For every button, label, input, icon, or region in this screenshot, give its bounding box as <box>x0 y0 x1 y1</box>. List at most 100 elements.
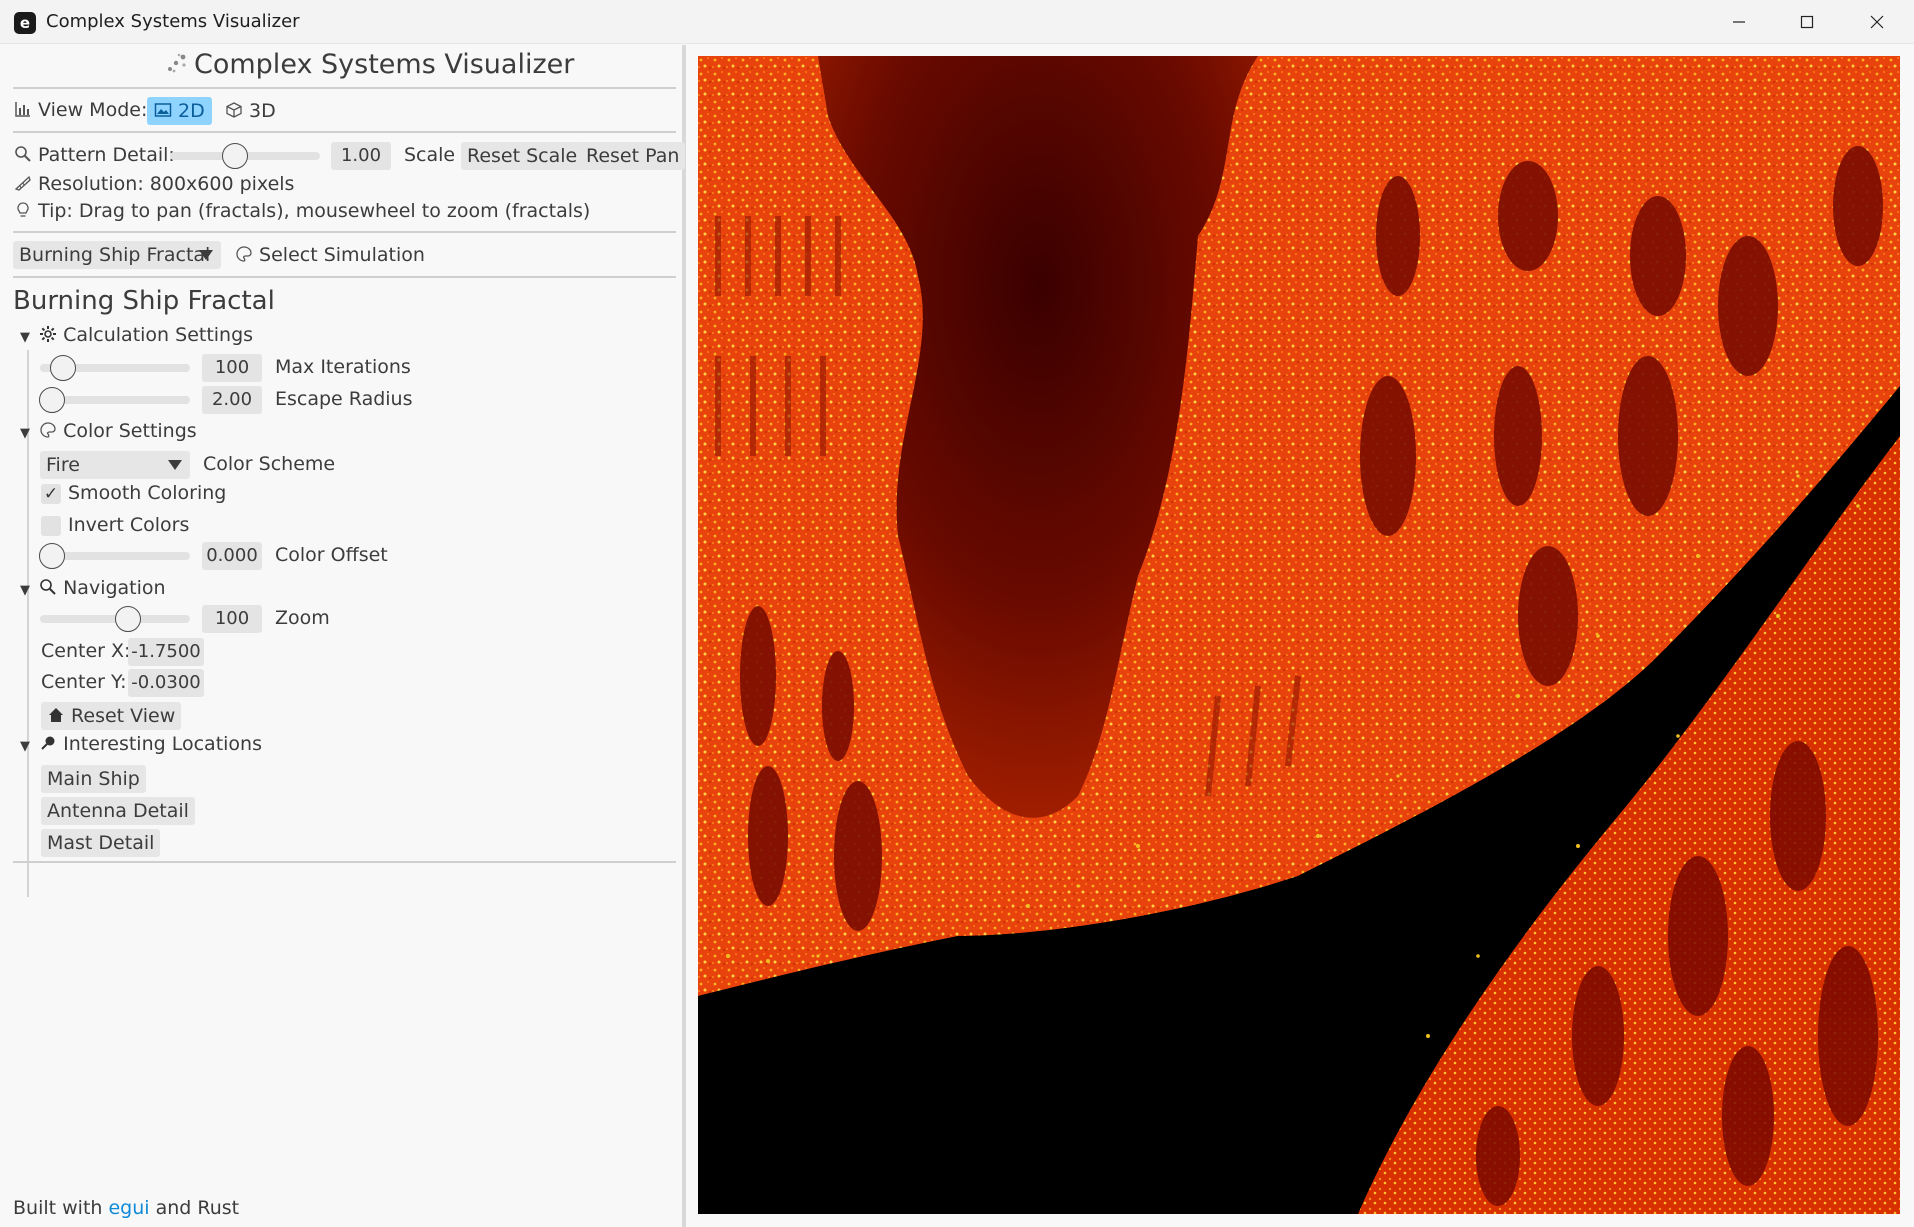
panel-title: Complex Systems Visualizer <box>194 49 575 80</box>
chevron-down-icon <box>168 460 182 470</box>
bar-chart-icon <box>15 102 30 117</box>
max-iterations-field[interactable]: 100 <box>202 354 262 382</box>
escape-radius-slider-handle[interactable] <box>39 387 65 413</box>
panel-header: Complex Systems Visualizer <box>164 49 574 80</box>
separator <box>13 861 676 863</box>
location-antenna-detail-button[interactable]: Antenna Detail <box>41 797 195 825</box>
interesting-locations-title: Interesting Locations <box>63 733 262 755</box>
collapse-triangle-icon: ▼ <box>20 426 30 441</box>
chevron-down-icon <box>199 250 213 260</box>
fractal-canvas[interactable] <box>698 56 1900 1214</box>
gear-icon <box>40 326 57 342</box>
zoom-label: Zoom <box>275 607 330 629</box>
simulation-dropdown[interactable]: Burning Ship Fractal <box>13 241 221 269</box>
simulation-dropdown-value: Burning Ship Fractal <box>19 244 211 266</box>
view-mode-2d-label: 2D <box>178 100 205 122</box>
control-panel: Complex Systems Visualizer View Mode: 2D… <box>0 45 686 1227</box>
pattern-detail-label: Pattern Detail: <box>38 144 175 166</box>
indent-line <box>27 759 29 897</box>
reset-scale-button[interactable]: Reset Scale <box>461 142 584 170</box>
footer-prefix: Built with <box>13 1197 103 1219</box>
footer: Built with egui and Rust <box>13 1197 239 1219</box>
separator <box>13 231 676 233</box>
lightbulb-icon <box>17 202 29 217</box>
collapse-triangle-icon: ▼ <box>20 739 30 754</box>
cube-icon <box>226 102 242 118</box>
center-x-label: Center X: <box>41 640 131 662</box>
separator <box>13 276 676 278</box>
footer-suffix: and Rust <box>155 1197 240 1219</box>
max-iterations-slider-handle[interactable] <box>50 355 76 381</box>
magnifier-icon <box>40 579 56 595</box>
color-scheme-dropdown[interactable]: Fire <box>40 451 190 479</box>
home-icon <box>49 708 63 722</box>
pattern-detail-row: Pattern Detail: <box>14 144 175 166</box>
ruler-icon <box>14 175 31 191</box>
calculation-settings-title: Calculation Settings <box>63 324 254 346</box>
minimize-icon <box>1733 21 1745 23</box>
collapse-triangle-icon: ▼ <box>20 330 30 345</box>
reset-pan-button[interactable]: Reset Pan <box>580 142 686 170</box>
calculation-settings-header[interactable]: ▼ Calculation Settings <box>20 324 253 348</box>
navigation-header[interactable]: ▼ Navigation <box>20 577 166 601</box>
color-offset-slider-handle[interactable] <box>39 543 65 569</box>
interesting-locations-header[interactable]: ▼ Interesting Locations <box>20 733 262 757</box>
reset-view-label: Reset View <box>71 705 176 727</box>
invert-colors-label: Invert Colors <box>68 514 190 536</box>
tip-text: Tip: Drag to pan (fractals), mousewheel … <box>38 200 591 222</box>
center-y-label: Center Y: <box>41 671 127 693</box>
egui-link[interactable]: egui <box>108 1197 149 1219</box>
select-simulation-row: Select Simulation <box>235 244 425 266</box>
invert-colors-checkbox[interactable] <box>41 516 61 536</box>
separator <box>13 131 676 133</box>
center-x-field[interactable]: -1.7500 <box>128 638 204 666</box>
max-iterations-label: Max Iterations <box>275 356 411 378</box>
view-mode-label: View Mode: <box>38 99 148 121</box>
zoom-slider-handle[interactable] <box>115 606 141 632</box>
palette-icon <box>236 246 252 262</box>
tip-row: Tip: Drag to pan (fractals), mousewheel … <box>14 200 590 222</box>
zoom-field[interactable]: 100 <box>202 605 262 633</box>
select-simulation-label: Select Simulation <box>259 244 425 266</box>
view-mode-row: View Mode: <box>14 99 147 121</box>
color-offset-field[interactable]: 0.000 <box>202 542 262 570</box>
image-icon <box>154 103 172 117</box>
color-scheme-label: Color Scheme <box>203 453 336 475</box>
sparkle-icon <box>168 53 186 73</box>
color-settings-header[interactable]: ▼ Color Settings <box>20 420 197 444</box>
minimize-button[interactable] <box>1704 0 1774 44</box>
view-mode-3d-button[interactable]: 3D <box>225 97 276 125</box>
smooth-coloring-label: Smooth Coloring <box>68 482 227 504</box>
pattern-detail-slider-handle[interactable] <box>222 143 248 169</box>
resolution-text: Resolution: 800x600 pixels <box>38 173 295 195</box>
location-mast-detail-button[interactable]: Mast Detail <box>41 829 161 857</box>
resolution-row: Resolution: 800x600 pixels <box>14 173 294 195</box>
scale-value-field[interactable]: 1.00 <box>331 142 391 170</box>
center-y-field[interactable]: -0.0300 <box>128 669 204 697</box>
color-scheme-value: Fire <box>46 454 80 476</box>
navigation-title: Navigation <box>63 577 166 599</box>
color-offset-label: Color Offset <box>275 544 388 566</box>
close-icon <box>1870 15 1884 29</box>
view-mode-2d-button[interactable]: 2D <box>147 97 212 125</box>
pin-icon <box>41 736 55 750</box>
palette-icon <box>40 422 56 438</box>
escape-radius-label: Escape Radius <box>275 388 413 410</box>
window-title: Complex Systems Visualizer <box>46 11 300 32</box>
escape-radius-field[interactable]: 2.00 <box>202 386 262 414</box>
color-settings-title: Color Settings <box>63 420 197 442</box>
window-titlebar: e Complex Systems Visualizer <box>0 0 1914 44</box>
reset-view-button[interactable]: Reset View <box>41 702 182 730</box>
scale-label: Scale <box>404 144 456 166</box>
fractal-heading: Burning Ship Fractal <box>13 286 275 316</box>
location-main-ship-button[interactable]: Main Ship <box>41 765 146 793</box>
fractal-image <box>698 56 1900 1214</box>
view-mode-3d-label: 3D <box>249 100 276 122</box>
magnifier-icon <box>15 146 31 162</box>
maximize-button[interactable] <box>1772 0 1842 44</box>
collapse-triangle-icon: ▼ <box>20 583 30 598</box>
smooth-coloring-checkbox[interactable]: ✓ <box>41 484 61 504</box>
app-icon: e <box>14 12 36 34</box>
maximize-icon <box>1800 15 1814 29</box>
close-button[interactable] <box>1842 0 1912 44</box>
